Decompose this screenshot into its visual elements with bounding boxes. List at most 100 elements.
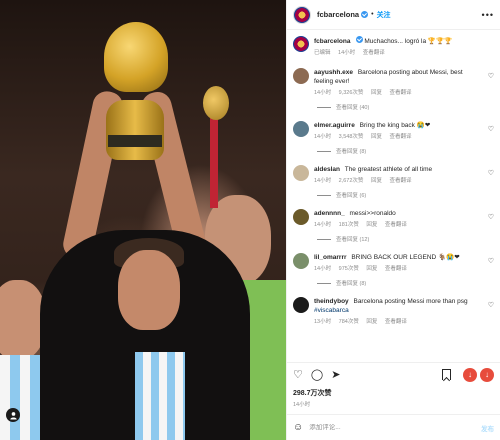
separator-dot: • <box>371 11 374 18</box>
like-heart-icon[interactable]: ♡ <box>488 213 494 221</box>
comment-likes[interactable]: 181次赞 <box>339 222 359 228</box>
comment-likes[interactable]: 784次赞 <box>339 319 359 325</box>
comment-avatar[interactable] <box>293 297 309 313</box>
emoji-icon[interactable]: ☺ <box>293 422 303 433</box>
comment-time[interactable]: 14小时 <box>314 134 331 140</box>
view-replies-button[interactable]: 查看回复 (40) <box>317 103 494 111</box>
post-time[interactable]: 14小时 <box>287 398 500 414</box>
reply-link[interactable]: 回复 <box>366 222 377 228</box>
caption-meta: 已编辑 14小时 查看翻译 <box>314 49 482 58</box>
caption-time[interactable]: 14小时 <box>338 50 355 56</box>
caption-username[interactable]: fcbarcelona <box>314 38 351 45</box>
reply-link[interactable]: 回复 <box>366 266 377 272</box>
caption-translate-link[interactable]: 查看翻译 <box>363 50 385 56</box>
comment-3: adennnn_ messi>>ronaldo 14小时 181次赞 回复 查看… <box>293 209 494 243</box>
more-options-icon[interactable]: ••• <box>482 10 494 20</box>
comment-time[interactable]: 14小时 <box>314 178 331 184</box>
photo-trophy-band <box>108 135 162 147</box>
extension-badge-icon[interactable]: ↓ <box>463 367 477 382</box>
comment-avatar[interactable] <box>293 165 309 181</box>
post-comment-button[interactable]: 发布 <box>481 423 494 433</box>
view-replies-button[interactable]: 查看回复 (12) <box>317 235 494 243</box>
like-heart-icon[interactable]: ♡ <box>488 125 494 133</box>
comment-0: aayushh.exe Barcelona posting about Mess… <box>293 68 494 111</box>
comment-text: Bring the king back 😭❤ <box>359 122 431 129</box>
like-heart-icon[interactable]: ♡ <box>488 72 494 80</box>
comment-time[interactable]: 14小时 <box>314 266 331 272</box>
bookmark-icon[interactable] <box>442 369 451 380</box>
comment-time[interactable]: 13小时 <box>314 319 331 325</box>
post-viewer: fcbarcelona • 关注 ••• fcbarcelona Muchach… <box>0 0 500 440</box>
action-bar: ♡ ◯ ➤ ↓ ↓ <box>287 362 500 386</box>
hashtag-link[interactable]: #viscabarca <box>314 307 349 314</box>
verified-badge-icon <box>355 36 363 43</box>
view-replies-button[interactable]: 查看回复 (6) <box>317 191 494 199</box>
translate-link[interactable]: 查看翻译 <box>390 134 412 140</box>
comment-username[interactable]: adennnn_ <box>314 210 345 217</box>
tagged-users-icon[interactable] <box>6 408 20 422</box>
share-send-icon[interactable]: ➤ <box>331 368 340 381</box>
photo-medal-ribbon <box>210 118 218 208</box>
follow-button[interactable]: 关注 <box>377 10 391 20</box>
caption: fcbarcelona Muchachos... logró la 🏆🏆🏆 已编… <box>293 36 494 58</box>
comment-username[interactable]: aayushh.exe <box>314 69 353 76</box>
reply-link[interactable]: 回复 <box>366 319 377 325</box>
translate-link[interactable]: 查看翻译 <box>390 178 412 184</box>
comment-avatar[interactable] <box>293 209 309 225</box>
translate-link[interactable]: 查看翻译 <box>385 266 407 272</box>
like-heart-icon[interactable]: ♡ <box>488 301 494 309</box>
comment-avatar[interactable] <box>293 253 309 269</box>
reply-link[interactable]: 回复 <box>371 90 382 96</box>
caption-avatar[interactable] <box>293 36 309 52</box>
comment-avatar[interactable] <box>293 121 309 137</box>
post-side-panel: fcbarcelona • 关注 ••• fcbarcelona Muchach… <box>286 0 500 440</box>
comment-username[interactable]: elmer.aguirre <box>314 122 355 129</box>
comment-1: elmer.aguirre Bring the king back 😭❤ 14小… <box>293 121 494 155</box>
photo-face <box>118 250 180 330</box>
comment-time[interactable]: 14小时 <box>314 90 331 96</box>
verified-badge-icon <box>361 11 369 18</box>
photo-jersey-center <box>135 352 185 440</box>
translate-link[interactable]: 查看翻译 <box>385 222 407 228</box>
reply-link[interactable]: 回复 <box>371 178 382 184</box>
add-comment-bar: ☺ 发布 <box>287 414 500 440</box>
photo-medal <box>203 86 229 120</box>
fcbarcelona-avatar[interactable] <box>293 5 311 24</box>
photo-trophy-base <box>106 100 164 160</box>
comment-username[interactable]: lil_omarrrr <box>314 254 347 261</box>
comment-4: lil_omarrrr BRING BACK OUR LEGEND 🐐😭❤ 14… <box>293 253 494 287</box>
comment-5: theindyboy Barcelona posting Messi more … <box>293 297 494 327</box>
like-heart-icon[interactable]: ♡ <box>488 169 494 177</box>
comment-input[interactable] <box>309 424 481 431</box>
extension-badge-icon-2[interactable]: ↓ <box>480 367 494 382</box>
comment-text: messi>>ronaldo <box>349 210 396 217</box>
comment-text: BRING BACK OUR LEGEND 🐐😭❤ <box>351 254 460 261</box>
comment-text: Barcelona posting Messi more than psg <box>353 298 468 305</box>
comment-bubble-icon[interactable]: ◯ <box>311 368 323 381</box>
comment-avatar[interactable] <box>293 68 309 84</box>
like-heart-icon[interactable]: ♡ <box>488 257 494 265</box>
comment-username[interactable]: aldeslan <box>314 166 340 173</box>
comments-list[interactable]: fcbarcelona Muchachos... logró la 🏆🏆🏆 已编… <box>287 30 500 362</box>
translate-link[interactable]: 查看翻译 <box>390 90 412 96</box>
comment-likes[interactable]: 3,548次赞 <box>339 134 364 140</box>
post-photo[interactable] <box>0 0 286 440</box>
view-replies-button[interactable]: 查看回复 (8) <box>317 279 494 287</box>
view-replies-button[interactable]: 查看回复 (8) <box>317 147 494 155</box>
comment-time[interactable]: 14小时 <box>314 222 331 228</box>
reply-link[interactable]: 回复 <box>371 134 382 140</box>
like-count[interactable]: 298.7万次赞 <box>287 386 500 398</box>
comment-likes[interactable]: 2,672次赞 <box>339 178 364 184</box>
comment-likes[interactable]: 975次赞 <box>339 266 359 272</box>
photo-trophy-globe <box>104 22 168 92</box>
caption-edited: 已编辑 <box>314 50 331 56</box>
comment-username[interactable]: theindyboy <box>314 298 349 305</box>
comment-2: aldeslan The greatest athlete of all tim… <box>293 165 494 199</box>
like-heart-icon[interactable]: ♡ <box>293 368 303 381</box>
post-header: fcbarcelona • 关注 ••• <box>287 0 500 30</box>
header-username[interactable]: fcbarcelona <box>317 10 359 19</box>
translate-link[interactable]: 查看翻译 <box>385 319 407 325</box>
comment-likes[interactable]: 9,326次赞 <box>339 90 364 96</box>
caption-text: Muchachos... logró la 🏆🏆🏆 <box>364 38 453 45</box>
comment-text: The greatest athlete of all time <box>344 166 433 173</box>
